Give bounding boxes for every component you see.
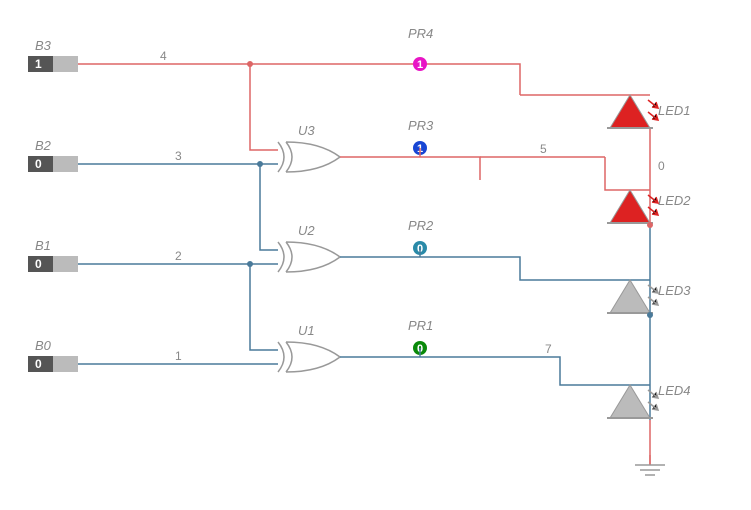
svg-text:0: 0 (35, 357, 42, 371)
gate-U1: U1 (278, 323, 340, 372)
switch-B3[interactable]: B3 1 (28, 38, 78, 72)
led-LED2: LED2 (605, 180, 691, 228)
svg-text:4: 4 (160, 49, 167, 63)
svg-text:U2: U2 (298, 223, 315, 238)
svg-text:7: 7 (545, 342, 552, 356)
svg-text:PR3: PR3 (408, 118, 434, 133)
probe-PR3: PR3 1 (408, 118, 434, 155)
svg-text:B3: B3 (35, 38, 52, 53)
svg-text:3: 3 (175, 149, 182, 163)
svg-text:LED1: LED1 (658, 103, 691, 118)
svg-text:PR4: PR4 (408, 26, 433, 41)
gate-U2: U2 (278, 223, 340, 272)
svg-text:5: 5 (540, 142, 547, 156)
led-LED4: LED4 (560, 375, 691, 418)
svg-text:0: 0 (35, 157, 42, 171)
switch-B1[interactable]: B1 0 (28, 238, 78, 272)
svg-text:B0: B0 (35, 338, 52, 353)
svg-text:1: 1 (175, 349, 182, 363)
switch-B2[interactable]: B2 0 (28, 138, 78, 172)
switch-B0[interactable]: B0 0 (28, 338, 78, 372)
svg-text:0: 0 (658, 159, 665, 173)
svg-text:B1: B1 (35, 238, 51, 253)
svg-text:PR2: PR2 (408, 218, 434, 233)
svg-text:U1: U1 (298, 323, 315, 338)
led-LED3: LED3 (520, 265, 691, 318)
svg-text:LED3: LED3 (658, 283, 691, 298)
svg-text:1: 1 (35, 57, 42, 71)
svg-text:1: 1 (417, 59, 423, 71)
gate-U3: U3 (278, 123, 340, 172)
svg-text:U3: U3 (298, 123, 315, 138)
led-LED1: LED1 (520, 85, 691, 128)
svg-text:2: 2 (175, 249, 182, 263)
svg-text:0: 0 (35, 257, 42, 271)
svg-text:PR1: PR1 (408, 318, 433, 333)
ground-icon (635, 420, 665, 475)
svg-text:B2: B2 (35, 138, 52, 153)
svg-text:LED4: LED4 (658, 383, 691, 398)
svg-text:LED2: LED2 (658, 193, 691, 208)
circuit-diagram: B3 1 B2 0 B1 0 B0 0 4 3 2 1 (0, 0, 751, 510)
probe-PR2: PR2 0 (408, 218, 434, 255)
